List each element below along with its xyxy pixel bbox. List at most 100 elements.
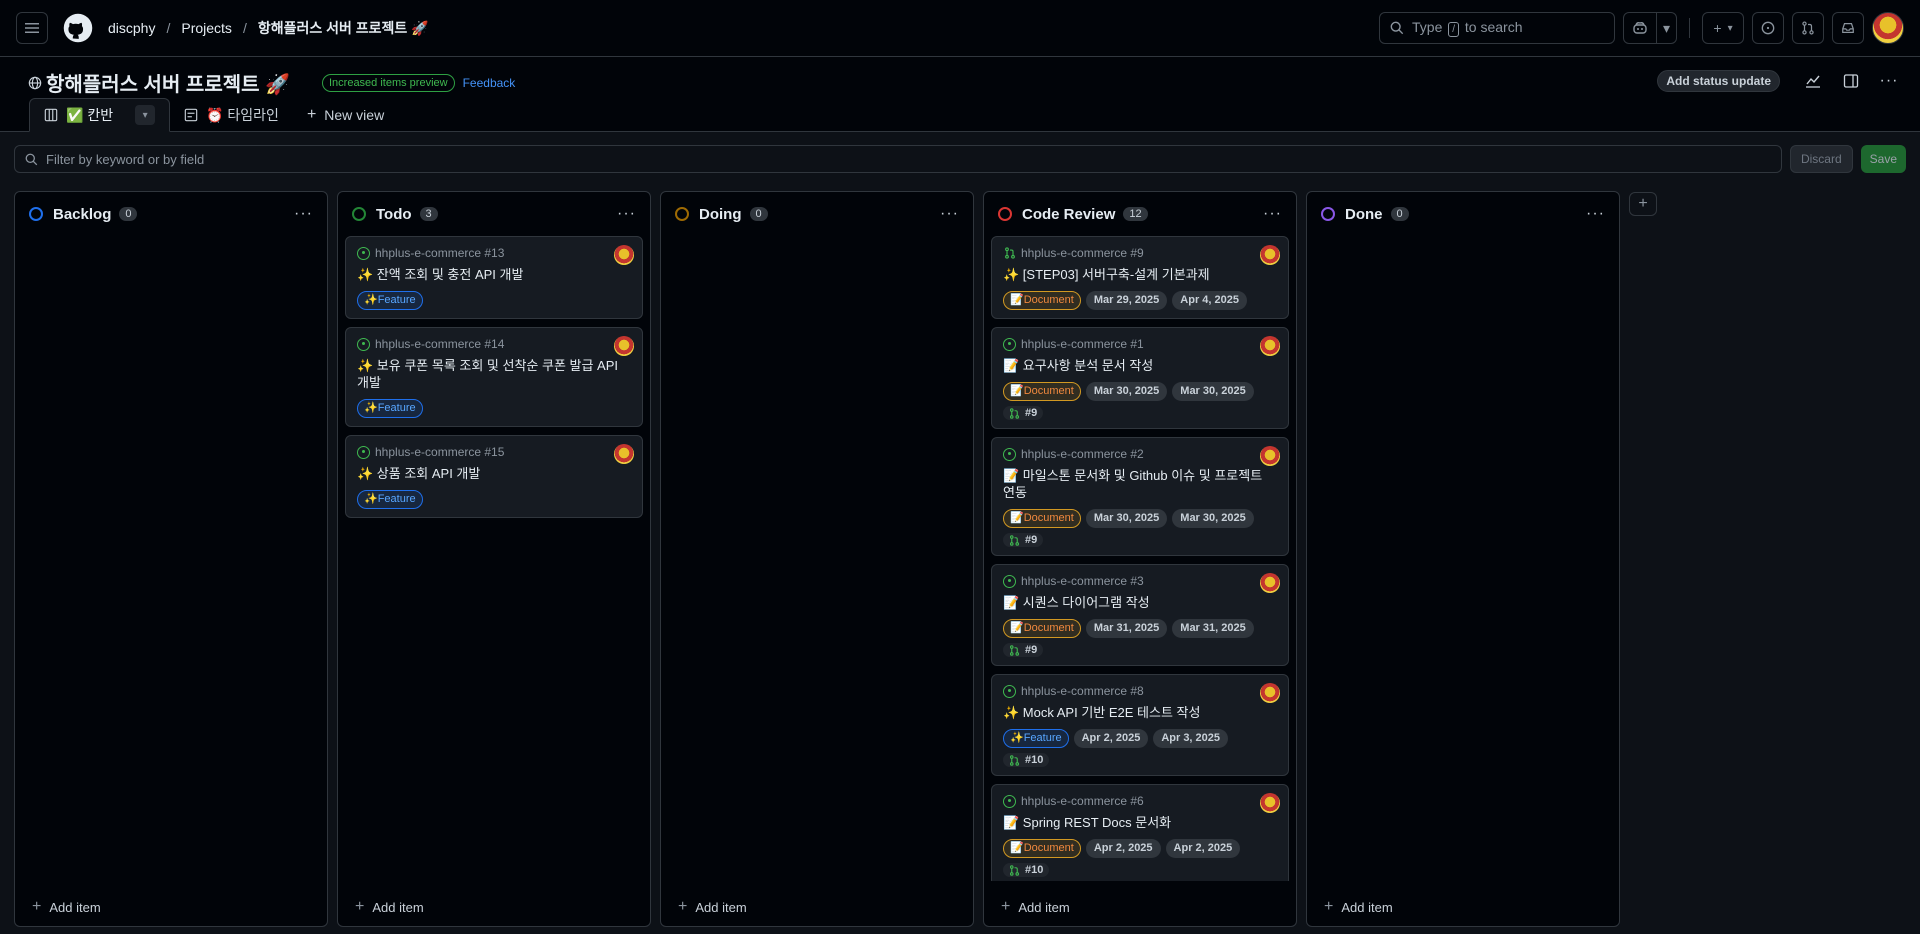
assignee-avatar[interactable] — [1260, 446, 1280, 466]
card-title[interactable]: ✨ Mock API 기반 E2E 테스트 작성 — [1003, 704, 1277, 721]
card-label-date: Mar 29, 2025 — [1085, 291, 1168, 310]
global-search-input[interactable]: Type / to search — [1379, 12, 1615, 44]
card-title[interactable]: 📝 시퀀스 다이어그램 작성 — [1003, 594, 1277, 611]
card-label-document[interactable]: 📝Document — [1003, 619, 1081, 638]
add-item-button[interactable]: + Add item — [32, 898, 101, 916]
issue-opened-icon — [1003, 574, 1016, 588]
copilot-icon[interactable] — [1624, 13, 1656, 43]
add-item-button[interactable]: + Add item — [1324, 898, 1393, 916]
tab-timeline-label: ⏰ 타임라인 — [206, 107, 279, 123]
card-labels: 📝Document Apr 2, 2025 Apr 2, 2025 — [1003, 839, 1277, 858]
assignee-avatar[interactable] — [614, 245, 634, 265]
tab-kanban-label: ✅ 칸반 — [66, 107, 114, 123]
github-logo-icon[interactable] — [62, 12, 94, 44]
card-label-document[interactable]: 📝Document — [1003, 291, 1081, 310]
linked-pr-number: #10 — [1025, 864, 1044, 876]
column-menu-icon[interactable]: ··· — [294, 205, 313, 223]
column-header: Doing 0 ··· — [661, 192, 973, 236]
card-label-feature[interactable]: ✨Feature — [357, 399, 423, 418]
column-menu-icon[interactable]: ··· — [1263, 205, 1282, 223]
column-header: Todo 3 ··· — [338, 192, 650, 236]
column-menu-icon[interactable]: ··· — [940, 205, 959, 223]
linked-pull-request[interactable]: #9 — [1003, 533, 1044, 547]
feedback-link[interactable]: Feedback — [463, 76, 516, 90]
linked-pull-request[interactable]: #10 — [1003, 863, 1050, 877]
plus-icon: + — [1324, 898, 1334, 915]
add-item-button[interactable]: + Add item — [678, 898, 747, 916]
breadcrumb-current-project[interactable]: 항해플러스 서버 프로젝트 🚀 — [258, 18, 429, 38]
board-card[interactable]: hhplus-e-commerce #2 📝 마일스톤 문서화 및 Github… — [991, 437, 1289, 556]
card-label-feature[interactable]: ✨Feature — [357, 490, 423, 509]
card-title[interactable]: 📝 요구사항 분석 문서 작성 — [1003, 357, 1277, 374]
chevron-down-icon[interactable]: ▾ — [135, 105, 156, 125]
create-new-button[interactable]: + ▾ — [1702, 12, 1744, 44]
breadcrumb-owner[interactable]: discphy — [108, 20, 155, 36]
card-label-document[interactable]: 📝Document — [1003, 839, 1081, 858]
column-status-icon — [1321, 207, 1335, 221]
column-count-badge: 3 — [419, 207, 438, 221]
sidebar-toggle-icon[interactable] — [1836, 66, 1866, 96]
add-column-button[interactable]: + — [1629, 192, 1657, 216]
add-item-button[interactable]: + Add item — [355, 898, 424, 916]
assignee-avatar[interactable] — [1260, 793, 1280, 813]
linked-pull-request[interactable]: #9 — [1003, 406, 1044, 420]
column-menu-icon[interactable]: ··· — [617, 205, 636, 223]
assignee-avatar[interactable] — [1260, 573, 1280, 593]
plus-icon: + — [32, 898, 42, 915]
breadcrumb-projects[interactable]: Projects — [181, 20, 232, 36]
linked-pull-request[interactable]: #10 — [1003, 753, 1050, 767]
assignee-avatar[interactable] — [1260, 336, 1280, 356]
pull-requests-button[interactable] — [1792, 12, 1824, 44]
card-label-document[interactable]: 📝Document — [1003, 382, 1081, 401]
board-column-todo: Todo 3 ··· hhplus-e-commerce #13 ✨ 잔액 조회… — [337, 191, 651, 927]
card-label-feature[interactable]: ✨Feature — [1003, 729, 1069, 748]
inbox-button[interactable] — [1832, 12, 1864, 44]
assignee-avatar[interactable] — [1260, 245, 1280, 265]
add-status-update-button[interactable]: Add status update — [1657, 70, 1780, 92]
card-title[interactable]: ✨ [STEP03] 서버구축-설계 기본과제 — [1003, 266, 1277, 283]
board-card[interactable]: hhplus-e-commerce #6 📝 Spring REST Docs … — [991, 784, 1289, 881]
board-card[interactable]: hhplus-e-commerce #15 ✨ 상품 조회 API 개발 ✨Fe… — [345, 435, 643, 518]
save-button[interactable]: Save — [1860, 145, 1906, 173]
filter-input[interactable]: Filter by keyword or by field — [14, 145, 1782, 173]
filter-bar: Filter by keyword or by field Discard Sa… — [14, 145, 1906, 173]
global-header: discphy / Projects / 항해플러스 서버 프로젝트 🚀 Typ… — [0, 0, 1920, 57]
card-title[interactable]: ✨ 보유 쿠폰 목록 조회 및 선착순 쿠폰 발급 API 개발 — [357, 357, 631, 391]
user-avatar[interactable] — [1872, 12, 1904, 44]
card-label-feature[interactable]: ✨Feature — [357, 291, 423, 310]
card-repo-label: hhplus-e-commerce #3 — [1021, 574, 1144, 588]
column-menu-icon[interactable]: ··· — [1586, 205, 1605, 223]
assignee-avatar[interactable] — [1260, 683, 1280, 703]
issue-opened-icon — [357, 246, 370, 260]
board-card[interactable]: hhplus-e-commerce #9 ✨ [STEP03] 서버구축-설계 … — [991, 236, 1289, 319]
board-card[interactable]: hhplus-e-commerce #13 ✨ 잔액 조회 및 충전 API 개… — [345, 236, 643, 319]
card-title[interactable]: ✨ 잔액 조회 및 충전 API 개발 — [357, 266, 631, 283]
tab-timeline[interactable]: ⏰ 타임라인 — [170, 98, 293, 132]
chevron-down-icon[interactable]: ▾ — [1656, 13, 1676, 43]
card-title[interactable]: 📝 마일스톤 문서화 및 Github 이슈 및 프로젝트 연동 — [1003, 467, 1277, 501]
plus-icon: + — [355, 898, 365, 915]
more-options-icon[interactable]: ··· — [1874, 66, 1904, 96]
discard-button[interactable]: Discard — [1789, 145, 1853, 173]
issues-button[interactable] — [1752, 12, 1784, 44]
board-card[interactable]: hhplus-e-commerce #8 ✨ Mock API 기반 E2E 테… — [991, 674, 1289, 776]
column-cards — [15, 236, 327, 881]
insights-icon[interactable] — [1798, 66, 1828, 96]
board-card[interactable]: hhplus-e-commerce #14 ✨ 보유 쿠폰 목록 조회 및 선착… — [345, 327, 643, 427]
assignee-avatar[interactable] — [614, 444, 634, 464]
column-count-badge: 0 — [119, 207, 138, 221]
card-title[interactable]: 📝 Spring REST Docs 문서화 — [1003, 814, 1277, 831]
assignee-avatar[interactable] — [614, 336, 634, 356]
card-label-document[interactable]: 📝Document — [1003, 509, 1081, 528]
board-column-code-review: Code Review 12 ··· hhplus-e-commerce #9 … — [983, 191, 1297, 927]
new-view-button[interactable]: + New view — [293, 98, 398, 132]
add-item-button[interactable]: + Add item — [1001, 898, 1070, 916]
board-column-backlog: Backlog 0 ··· + Add item — [14, 191, 328, 927]
menu-button[interactable] — [16, 12, 48, 44]
board-card[interactable]: hhplus-e-commerce #3 📝 시퀀스 다이어그램 작성 📝Doc… — [991, 564, 1289, 666]
linked-pull-request[interactable]: #9 — [1003, 643, 1044, 657]
breadcrumb: discphy / Projects / 항해플러스 서버 프로젝트 🚀 — [108, 18, 429, 38]
card-title[interactable]: ✨ 상품 조회 API 개발 — [357, 465, 631, 482]
board-card[interactable]: hhplus-e-commerce #1 📝 요구사항 분석 문서 작성 📝Do… — [991, 327, 1289, 429]
tab-kanban[interactable]: ✅ 칸반 ▾ — [29, 98, 171, 132]
